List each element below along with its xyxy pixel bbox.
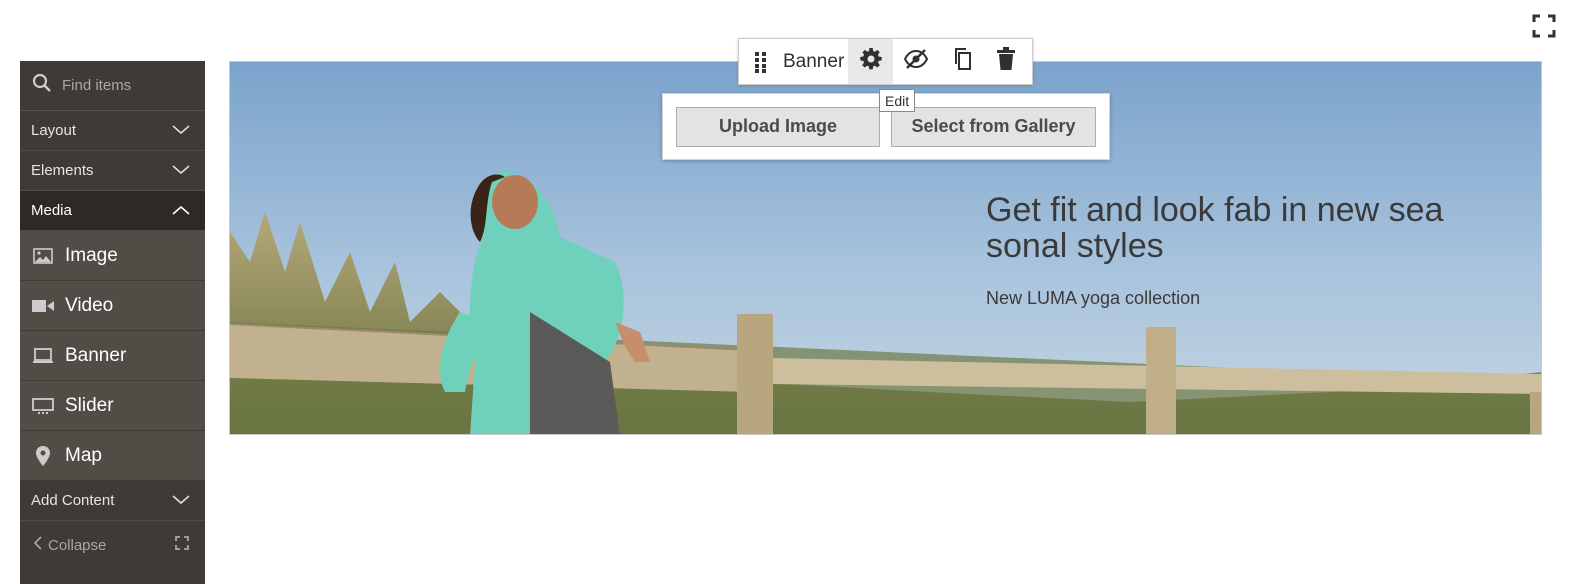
edit-button[interactable]: [848, 39, 894, 84]
banner-content: Get fit and look fab in new seasonal sty…: [986, 192, 1456, 309]
chevron-up-icon: [172, 202, 190, 219]
trash-icon: [996, 47, 1016, 76]
video-icon: [32, 295, 54, 317]
section-media[interactable]: Media: [20, 191, 205, 231]
media-item-image[interactable]: Image: [20, 231, 205, 281]
media-item-video[interactable]: Video: [20, 281, 205, 331]
slider-icon: [32, 395, 54, 417]
element-toolbar: Banner: [738, 38, 1033, 85]
section-label: Add Content: [31, 492, 115, 509]
expand-icon[interactable]: [175, 536, 189, 554]
copy-icon: [950, 47, 972, 76]
chevron-down-icon: [172, 162, 190, 179]
media-item-map[interactable]: Map: [20, 431, 205, 481]
select-from-gallery-button[interactable]: Select from Gallery: [891, 106, 1096, 147]
section-label: Media: [31, 202, 72, 219]
content-sidebar: Layout Elements Media Image Video Banner…: [20, 61, 205, 584]
map-pin-icon: [32, 445, 54, 467]
section-label: Elements: [31, 162, 94, 179]
search-input[interactable]: [62, 77, 192, 94]
eye-slash-icon: [903, 48, 929, 75]
edit-tooltip: Edit: [879, 89, 916, 112]
banner-subtitle[interactable]: New LUMA yoga collection: [986, 288, 1456, 309]
search-bar: [20, 61, 205, 111]
media-item-label: Slider: [65, 394, 114, 416]
banner-icon: [32, 345, 54, 367]
collapse-button[interactable]: Collapse: [33, 536, 107, 554]
upload-image-button[interactable]: Upload Image: [676, 106, 880, 147]
section-elements[interactable]: Elements: [20, 151, 205, 191]
image-icon: [32, 245, 54, 267]
delete-button[interactable]: [983, 39, 1028, 84]
section-layout[interactable]: Layout: [20, 111, 205, 151]
collapse-row: Collapse: [20, 525, 205, 565]
media-item-banner[interactable]: Banner: [20, 331, 205, 381]
drag-handle-icon[interactable]: [739, 39, 783, 84]
section-add-content[interactable]: Add Content: [20, 481, 205, 521]
media-item-label: Banner: [65, 344, 127, 366]
media-item-label: Image: [65, 244, 118, 266]
chevron-left-icon: [33, 536, 42, 554]
collapse-label: Collapse: [48, 536, 107, 554]
chevron-down-icon: [172, 122, 190, 139]
toolbar-label: Banner: [783, 50, 845, 72]
media-item-label: Map: [65, 444, 102, 466]
fullscreen-icon[interactable]: [1532, 14, 1556, 38]
section-label: Layout: [31, 122, 77, 139]
media-item-label: Video: [65, 294, 114, 316]
gear-icon: [859, 47, 883, 76]
hide-button[interactable]: [893, 39, 938, 84]
media-item-slider[interactable]: Slider: [20, 381, 205, 431]
duplicate-button[interactable]: [938, 39, 983, 84]
chevron-down-icon: [172, 492, 190, 509]
search-icon: [32, 73, 52, 98]
banner-title[interactable]: Get fit and look fab in new seasonal sty…: [986, 192, 1456, 264]
